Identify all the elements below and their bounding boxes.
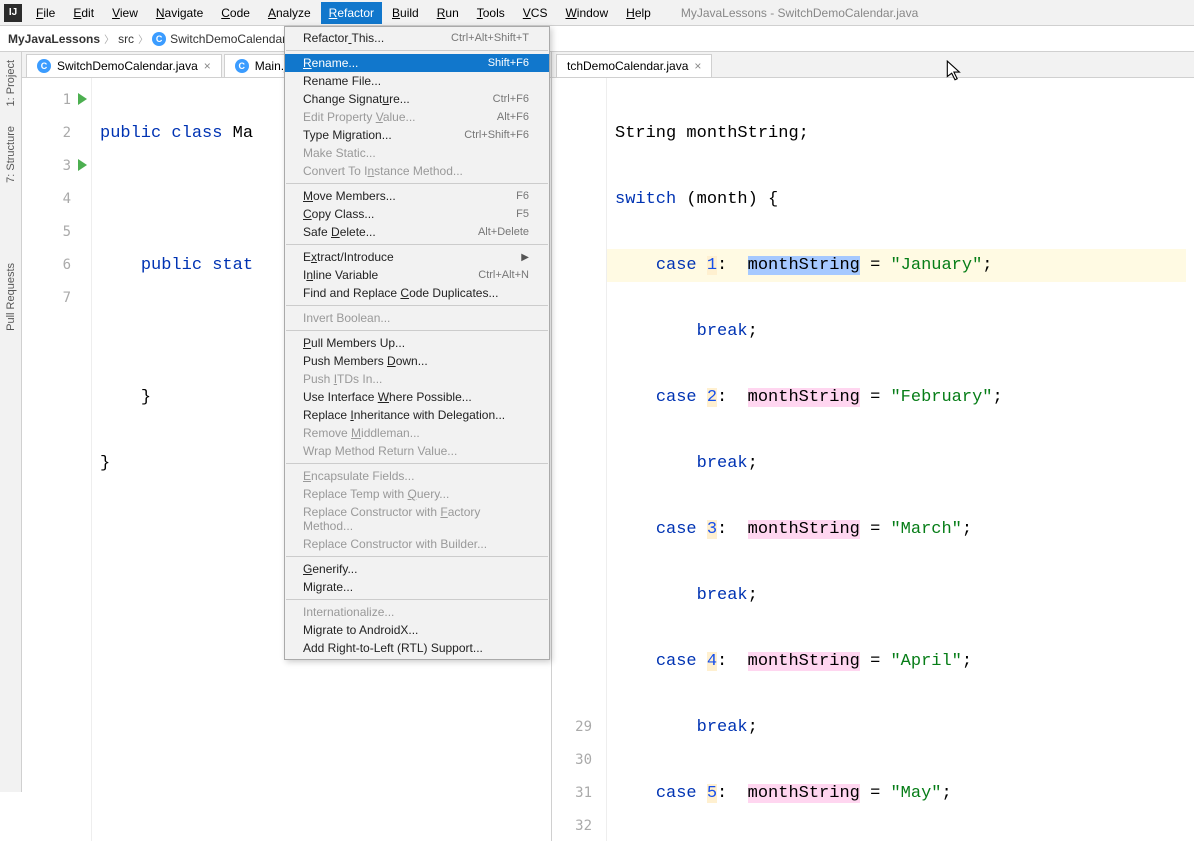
menu-separator bbox=[286, 305, 548, 306]
java-class-icon: C bbox=[235, 59, 249, 73]
tool-strip-left: 1: Project 7: Structure Pull Requests bbox=[0, 52, 22, 792]
chevron-icon: 〉 bbox=[138, 31, 148, 46]
menu-navigate[interactable]: Navigate bbox=[148, 2, 211, 24]
menu-item-convert-to-instance-method: Convert To Instance Method... bbox=[285, 162, 549, 180]
window-title: MyJavaLessons - SwitchDemoCalendar.java bbox=[681, 6, 918, 20]
menu-item-migrate[interactable]: Migrate... bbox=[285, 578, 549, 596]
breadcrumb-file[interactable]: C SwitchDemoCalendar bbox=[152, 32, 286, 46]
menu-separator bbox=[286, 50, 548, 51]
menu-file[interactable]: File bbox=[28, 2, 63, 24]
submenu-arrow-icon: ▶ bbox=[521, 252, 529, 263]
editor-split: C SwitchDemoCalendar.java × C Main.java … bbox=[22, 52, 1194, 841]
menu-item-replace-constructor-with-factory-method: Replace Constructor with Factory Method.… bbox=[285, 503, 549, 535]
menu-item-use-interface-where-possible[interactable]: Use Interface Where Possible... bbox=[285, 388, 549, 406]
menu-item-replace-constructor-with-builder: Replace Constructor with Builder... bbox=[285, 535, 549, 553]
menu-item-encapsulate-fields: Encapsulate Fields... bbox=[285, 467, 549, 485]
editor-body-right[interactable]: 2930313233 💡String monthString; switch (… bbox=[552, 78, 1194, 841]
menu-vcs[interactable]: VCS bbox=[515, 2, 556, 24]
menu-item-pull-members-up[interactable]: Pull Members Up... bbox=[285, 334, 549, 352]
java-class-icon: C bbox=[37, 59, 51, 73]
tool-pull-requests[interactable]: Pull Requests bbox=[5, 263, 17, 331]
menu-help[interactable]: Help bbox=[618, 2, 659, 24]
menu-item-migrate-to-androidx[interactable]: Migrate to AndroidX... bbox=[285, 621, 549, 639]
code-area-right[interactable]: 💡String monthString; switch (month) { ca… bbox=[607, 78, 1194, 841]
menu-view[interactable]: View bbox=[104, 2, 146, 24]
menu-refactor[interactable]: Refactor bbox=[321, 2, 382, 24]
editor-tabs-right: tchDemoCalendar.java × bbox=[552, 52, 1194, 78]
menu-run[interactable]: Run bbox=[429, 2, 467, 24]
menu-separator bbox=[286, 556, 548, 557]
breadcrumb-project[interactable]: MyJavaLessons bbox=[8, 32, 100, 46]
menu-code[interactable]: Code bbox=[213, 2, 258, 24]
menu-edit[interactable]: Edit bbox=[65, 2, 102, 24]
menu-separator bbox=[286, 463, 548, 464]
menu-tools[interactable]: Tools bbox=[469, 2, 513, 24]
breadcrumb: MyJavaLessons 〉 src 〉 C SwitchDemoCalend… bbox=[0, 26, 1194, 52]
gutter-left: 1 2 3 4 5 6 7 bbox=[22, 78, 92, 841]
menu-item-replace-temp-with-query: Replace Temp with Query... bbox=[285, 485, 549, 503]
menu-item-rename-file[interactable]: Rename File... bbox=[285, 72, 549, 90]
tool-structure[interactable]: 7: Structure bbox=[5, 126, 17, 183]
chevron-icon: 〉 bbox=[104, 31, 114, 46]
run-gutter-icon[interactable] bbox=[78, 93, 87, 105]
menu-item-find-and-replace-code-duplicates[interactable]: Find and Replace Code Duplicates... bbox=[285, 284, 549, 302]
menu-item-edit-property-value: Edit Property Value...Alt+F6 bbox=[285, 108, 549, 126]
menu-item-push-members-down[interactable]: Push Members Down... bbox=[285, 352, 549, 370]
menu-item-extract-introduce[interactable]: Extract/Introduce▶ bbox=[285, 248, 549, 266]
menu-item-remove-middleman: Remove Middleman... bbox=[285, 424, 549, 442]
menu-item-invert-boolean: Invert Boolean... bbox=[285, 309, 549, 327]
app-icon: IJ bbox=[4, 4, 22, 22]
menu-item-wrap-method-return-value: Wrap Method Return Value... bbox=[285, 442, 549, 460]
menu-item-internationalize: Internationalize... bbox=[285, 603, 549, 621]
menu-separator bbox=[286, 244, 548, 245]
menu-item-add-right-to-left-rtl-support[interactable]: Add Right-to-Left (RTL) Support... bbox=[285, 639, 549, 657]
refactor-menu: Refactor This...Ctrl+Alt+Shift+T Rename..… bbox=[284, 26, 550, 660]
menu-item-copy-class[interactable]: Copy Class...F5 bbox=[285, 205, 549, 223]
menu-separator bbox=[286, 599, 548, 600]
menu-window[interactable]: Window bbox=[557, 2, 616, 24]
tab-switchdemo-right[interactable]: tchDemoCalendar.java × bbox=[556, 54, 712, 77]
menu-separator bbox=[286, 183, 548, 184]
tool-project[interactable]: 1: Project bbox=[5, 60, 17, 106]
menu-item-safe-delete[interactable]: Safe Delete...Alt+Delete bbox=[285, 223, 549, 241]
menu-item-refactor-this[interactable]: Refactor This...Ctrl+Alt+Shift+T bbox=[285, 29, 549, 47]
menu-item-move-members[interactable]: Move Members...F6 bbox=[285, 187, 549, 205]
menu-bar: IJ FileEditViewNavigateCodeAnalyzeRefact… bbox=[0, 0, 1194, 26]
breadcrumb-src[interactable]: src bbox=[118, 32, 134, 46]
run-gutter-icon[interactable] bbox=[78, 159, 87, 171]
menu-item-inline-variable[interactable]: Inline VariableCtrl+Alt+N bbox=[285, 266, 549, 284]
menu-item-push-itds-in: Push ITDs In... bbox=[285, 370, 549, 388]
menu-build[interactable]: Build bbox=[384, 2, 427, 24]
gutter-right: 2930313233 bbox=[552, 78, 607, 841]
editor-right: tchDemoCalendar.java × 2930313233 💡Strin… bbox=[552, 52, 1194, 841]
tab-switchdemo[interactable]: C SwitchDemoCalendar.java × bbox=[26, 54, 222, 77]
menu-item-replace-inheritance-with-delegation[interactable]: Replace Inheritance with Delegation... bbox=[285, 406, 549, 424]
close-icon[interactable]: × bbox=[694, 59, 701, 73]
menu-item-rename[interactable]: Rename...Shift+F6 bbox=[285, 54, 549, 72]
close-icon[interactable]: × bbox=[204, 59, 211, 73]
java-class-icon: C bbox=[152, 32, 166, 46]
menu-separator bbox=[286, 330, 548, 331]
menu-item-type-migration[interactable]: Type Migration...Ctrl+Shift+F6 bbox=[285, 126, 549, 144]
menu-analyze[interactable]: Analyze bbox=[260, 2, 319, 24]
menu-item-change-signature[interactable]: Change Signature...Ctrl+F6 bbox=[285, 90, 549, 108]
menu-item-generify[interactable]: Generify... bbox=[285, 560, 549, 578]
menu-item-make-static: Make Static... bbox=[285, 144, 549, 162]
